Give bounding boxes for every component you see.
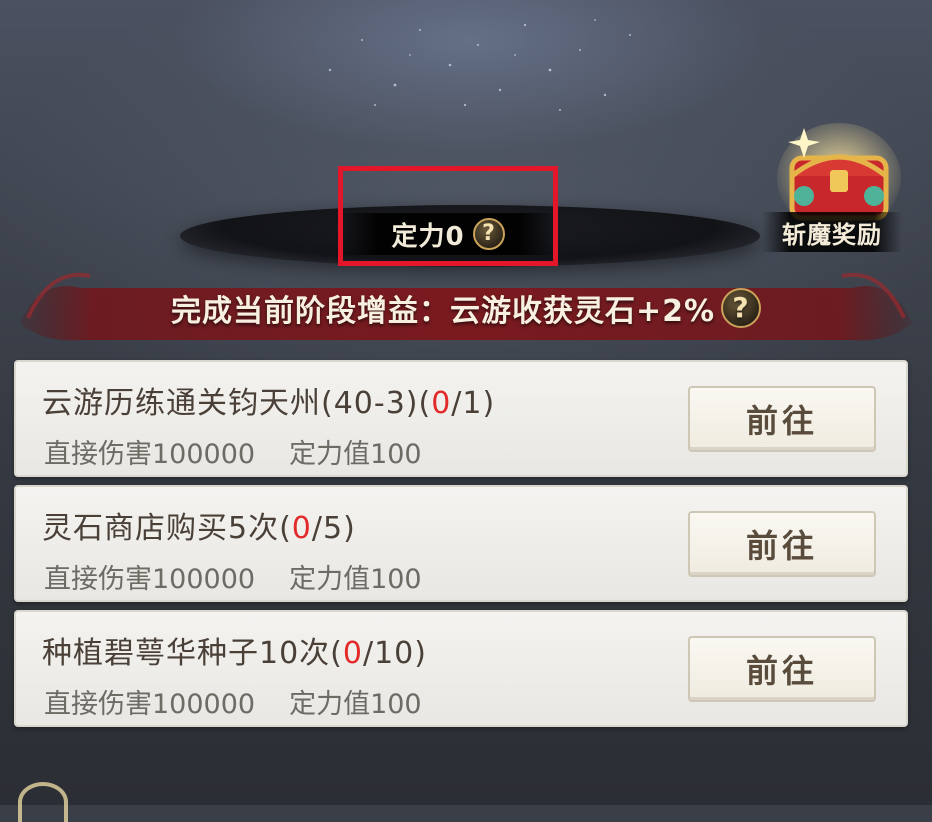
task-title-text: 种植碧萼华种子10次(	[42, 636, 343, 671]
task-progress-total: /5)	[311, 511, 356, 546]
go-button[interactable]: 前往	[688, 511, 876, 577]
reward-label[interactable]: 斩魔奖励	[762, 212, 902, 252]
task-card: 灵石商店购买5次(0/5) 直接伤害100000 定力值100 前往	[14, 485, 908, 602]
starfield-decoration	[328, 19, 631, 111]
go-button[interactable]: 前往	[688, 386, 876, 452]
task-title: 种植碧萼华种子10次(0/10)	[42, 628, 427, 672]
task-progress-total: /10)	[362, 636, 427, 671]
task-card: 云游历练通关钧天州(40-3)(0/1) 直接伤害100000 定力值100 前…	[14, 360, 908, 477]
task-title-text: 云游历练通关钧天州(40-3)(	[42, 386, 432, 421]
go-button[interactable]: 前往	[688, 636, 876, 702]
help-question-icon[interactable]: ?	[721, 288, 762, 328]
task-rewards: 直接伤害100000 定力值100	[44, 682, 422, 721]
task-progress-current: 0	[342, 636, 363, 671]
task-rewards: 直接伤害100000 定力值100	[44, 557, 422, 596]
task-progress-total: /1)	[451, 386, 496, 421]
task-dingli: 定力值100	[289, 564, 422, 595]
bonus-text: 完成当前阶段增益：云游收获灵石+2%	[170, 294, 716, 329]
highlight-annotation-box	[338, 166, 558, 266]
task-title: 云游历练通关钧天州(40-3)(0/1)	[42, 378, 495, 422]
bonus-banner: 完成当前阶段增益：云游收获灵石+2% ?	[0, 268, 932, 348]
task-progress-current: 0	[431, 386, 452, 421]
task-damage: 直接伤害100000	[44, 564, 256, 595]
corner-ornament	[18, 782, 68, 822]
task-dingli: 定力值100	[289, 439, 422, 470]
task-card: 种植碧萼华种子10次(0/10) 直接伤害100000 定力值100 前往	[14, 610, 908, 727]
task-title: 灵石商店购买5次(0/5)	[42, 503, 356, 547]
task-damage: 直接伤害100000	[44, 689, 256, 720]
task-progress-current: 0	[291, 511, 312, 546]
task-title-text: 灵石商店购买5次(	[42, 511, 292, 546]
task-dingli: 定力值100	[289, 689, 422, 720]
task-damage: 直接伤害100000	[44, 439, 256, 470]
task-rewards: 直接伤害100000 定力值100	[44, 432, 422, 471]
